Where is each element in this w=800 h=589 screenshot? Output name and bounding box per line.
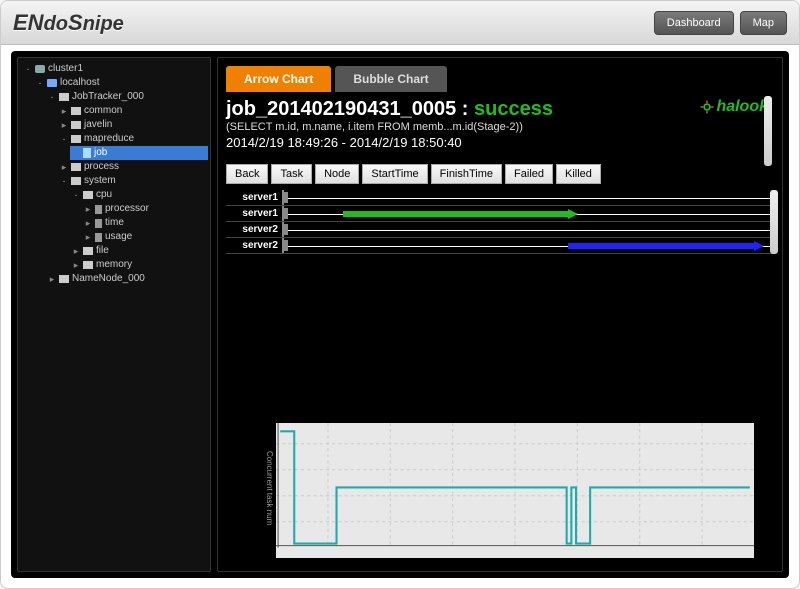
- gantt-row-label: server1: [226, 190, 284, 205]
- gantt-track: [284, 190, 774, 205]
- file-icon: [95, 205, 102, 214]
- map-button[interactable]: Map: [740, 11, 787, 35]
- gantt-track: [284, 238, 774, 253]
- database-icon: [35, 65, 45, 73]
- folder-icon: [71, 121, 81, 129]
- main-panel: Arrow Chart Bubble Chart halook job_2014…: [217, 57, 783, 572]
- folder-icon: [83, 247, 93, 255]
- failed-button[interactable]: Failed: [505, 164, 553, 184]
- gantt-row-label: server2: [226, 238, 284, 253]
- tree-node-usage[interactable]: ▸usage: [82, 230, 208, 244]
- folder-icon: [59, 275, 69, 283]
- folder-icon: [71, 163, 81, 171]
- gantt-track: [284, 206, 774, 221]
- gantt-track: [284, 222, 774, 237]
- killed-button[interactable]: Killed: [556, 164, 601, 184]
- tree-node-memory[interactable]: ▸memory: [70, 258, 208, 272]
- folder-icon: [83, 261, 93, 269]
- job-time-range: 2014/2/19 18:49:26 - 2014/2/19 18:50:40: [226, 135, 774, 150]
- tree-node-cluster[interactable]: -cluster1: [22, 62, 208, 76]
- page-icon: [83, 148, 91, 158]
- tree-node-time[interactable]: ▸time: [82, 216, 208, 230]
- gantt-row: server2: [226, 238, 774, 254]
- sort-toolbar: BackTaskNodeStartTimeFinishTimeFailedKil…: [226, 164, 774, 184]
- tree-node-mapreduce[interactable]: -mapreduce: [58, 132, 208, 146]
- sidebar-tree: -cluster1 -localhost -JobTracker_000 ▸co…: [17, 57, 211, 572]
- scrollbar-vertical[interactable]: [764, 96, 772, 166]
- tree-node-process[interactable]: ▸process: [58, 160, 208, 174]
- node-button[interactable]: Node: [315, 164, 359, 184]
- scrollbar-vertical[interactable]: [770, 190, 778, 254]
- tree-node-system[interactable]: -system: [58, 174, 208, 188]
- tree-node-namenode[interactable]: ▸NameNode_000: [46, 272, 208, 286]
- gantt-row: server1: [226, 190, 774, 206]
- gantt-area: server1server1server2server2: [226, 190, 774, 280]
- dashboard-button[interactable]: Dashboard: [654, 11, 734, 35]
- job-query: (SELECT m.id, m.name, i.item FROM memb..…: [226, 121, 774, 133]
- concurrent-chart: Concurrent task num time [Date]: [276, 423, 754, 553]
- halook-logo: halook: [700, 98, 768, 116]
- finishtime-button[interactable]: FinishTime: [431, 164, 502, 184]
- folder-icon: [59, 93, 69, 101]
- file-icon: [95, 233, 102, 242]
- file-icon: [95, 219, 102, 228]
- job-id: job_201402190431_0005: [226, 98, 456, 120]
- tree-node-javelin[interactable]: ▸javelin: [58, 118, 208, 132]
- task-arrow[interactable]: [343, 209, 578, 219]
- tab-bubble-chart[interactable]: Bubble Chart: [335, 66, 446, 92]
- folder-icon: [71, 107, 81, 115]
- tab-arrow-chart[interactable]: Arrow Chart: [226, 66, 331, 92]
- folder-icon: [71, 177, 81, 185]
- app-logo: ENdoSnipe: [13, 10, 124, 36]
- gantt-row-label: server2: [226, 222, 284, 237]
- folder-icon: [83, 191, 93, 199]
- tree-node-job-selected[interactable]: job: [70, 146, 208, 160]
- chart-ylabel: Concurrent task num: [262, 423, 274, 553]
- gantt-row: server1: [226, 206, 774, 222]
- tree-node-cpu[interactable]: -cpu: [70, 188, 208, 202]
- folder-icon: [71, 135, 81, 143]
- top-bar: ENdoSnipe Dashboard Map: [1, 1, 799, 45]
- tree-node-processor[interactable]: ▸processor: [82, 202, 208, 216]
- tree-node-common[interactable]: ▸common: [58, 104, 208, 118]
- task-button[interactable]: Task: [271, 164, 312, 184]
- tree-node-file[interactable]: ▸file: [70, 244, 208, 258]
- job-status: success: [474, 98, 553, 120]
- starttime-button[interactable]: StartTime: [362, 164, 427, 184]
- tree-node-jobtracker[interactable]: -JobTracker_000: [46, 90, 208, 104]
- gantt-row-label: server1: [226, 206, 284, 221]
- tree-node-host[interactable]: -localhost: [34, 76, 208, 90]
- task-arrow[interactable]: [568, 241, 764, 251]
- gear-icon: [700, 100, 714, 114]
- gantt-row: server2: [226, 222, 774, 238]
- back-button[interactable]: Back: [226, 164, 268, 184]
- job-header: halook job_201402190431_0005 : success (…: [226, 96, 774, 158]
- host-icon: [47, 79, 57, 87]
